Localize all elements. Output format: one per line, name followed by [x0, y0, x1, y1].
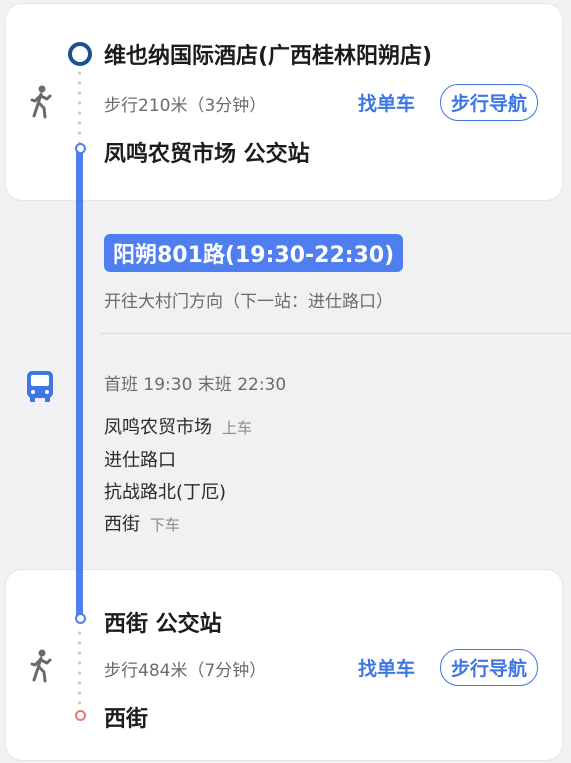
- origin-marker: [68, 42, 92, 66]
- alight-stop-name: 西街 公交站: [104, 612, 222, 637]
- stop-tag: 下车: [150, 516, 181, 534]
- alight-stop-marker: [75, 613, 86, 624]
- bus-route-badge[interactable]: 阳朔801路(19:30-22:30): [104, 234, 404, 272]
- walk-route-dotted-line-end: [78, 628, 81, 708]
- list-item: 凤鸣农贸市场 上车: [104, 413, 252, 439]
- boarding-stop-name: 凤鸣农贸市场 公交站: [104, 142, 310, 167]
- walk-icon: [28, 648, 54, 688]
- walk-navigation-button[interactable]: 步行导航: [440, 84, 539, 121]
- bus-route-line: [76, 146, 83, 622]
- stop-name: 抗战路北(丁厄): [104, 482, 227, 503]
- boarding-stop-marker: [75, 143, 86, 154]
- list-item: 抗战路北(丁厄): [104, 478, 226, 504]
- bus-schedule: 首班 19:30 末班 22:30: [104, 375, 287, 395]
- walk-navigation-button-end[interactable]: 步行导航: [440, 649, 539, 686]
- bus-direction: 开往大村门方向（下一站：进仕路口）: [104, 292, 393, 312]
- walk-distance-time-end: 步行484米（7分钟）: [104, 661, 267, 681]
- stop-name: 进仕路口: [104, 450, 176, 471]
- find-bike-button-end[interactable]: 找单车: [358, 654, 415, 681]
- walk-origin-name: 维也纳国际酒店(广西桂林阳朔店): [104, 44, 433, 69]
- stop-name: 凤鸣农贸市场: [104, 417, 212, 438]
- list-item: 西街 下车: [104, 510, 180, 536]
- destination-marker: [75, 710, 86, 721]
- list-item: 进仕路口: [104, 446, 176, 472]
- walk-distance-time: 步行210米（3分钟）: [104, 96, 267, 116]
- stop-tag: 上车: [222, 419, 253, 437]
- destination-name: 西街: [104, 707, 149, 732]
- stop-name: 西街: [104, 514, 140, 535]
- section-divider: [100, 333, 571, 334]
- walk-route-dotted-line: [78, 68, 81, 146]
- find-bike-button[interactable]: 找单车: [358, 89, 415, 116]
- walk-icon: [28, 84, 54, 124]
- bus-icon: [22, 368, 58, 408]
